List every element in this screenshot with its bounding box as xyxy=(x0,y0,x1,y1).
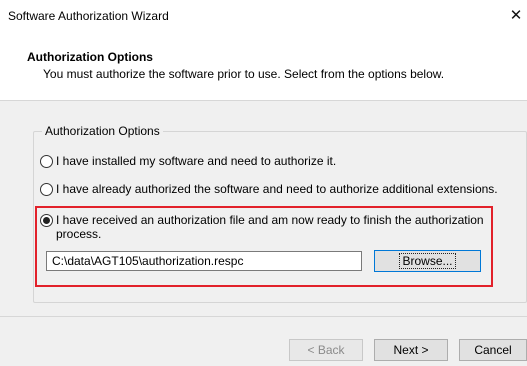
radio-option-installed[interactable]: I have installed my software and need to… xyxy=(40,154,336,168)
cancel-button[interactable]: Cancel xyxy=(459,339,527,361)
radio-option-extensions[interactable]: I have already authorized the software a… xyxy=(40,182,498,196)
browse-button[interactable]: Browse... xyxy=(374,250,481,272)
authorization-file-path-input[interactable] xyxy=(46,251,362,271)
radio-button-auth-file[interactable] xyxy=(40,214,53,227)
page-subtitle: You must authorize the software prior to… xyxy=(43,67,445,81)
back-button[interactable]: < Back xyxy=(289,339,363,361)
radio-option-auth-file[interactable]: I have received an authorization file an… xyxy=(40,213,485,241)
radio-label-installed: I have installed my software and need to… xyxy=(56,154,337,168)
radio-label-extensions: I have already authorized the software a… xyxy=(56,182,498,196)
wizard-header: Authorization Options You must authorize… xyxy=(0,31,527,101)
title-bar: Software Authorization Wizard ✕ xyxy=(0,0,527,31)
window-title: Software Authorization Wizard xyxy=(8,9,169,23)
next-button[interactable]: Next > xyxy=(374,339,448,361)
group-legend: Authorization Options xyxy=(42,124,163,138)
browse-button-label: Browse... xyxy=(399,253,456,269)
radio-label-auth-file: I have received an authorization file an… xyxy=(56,213,484,241)
radio-button-extensions[interactable] xyxy=(40,183,53,196)
radio-button-installed[interactable] xyxy=(40,155,53,168)
wizard-footer: < Back Next > Cancel xyxy=(0,316,527,366)
page-title: Authorization Options xyxy=(27,50,153,64)
wizard-content: Authorization Options I have installed m… xyxy=(0,101,527,316)
close-icon[interactable]: ✕ xyxy=(505,0,527,31)
